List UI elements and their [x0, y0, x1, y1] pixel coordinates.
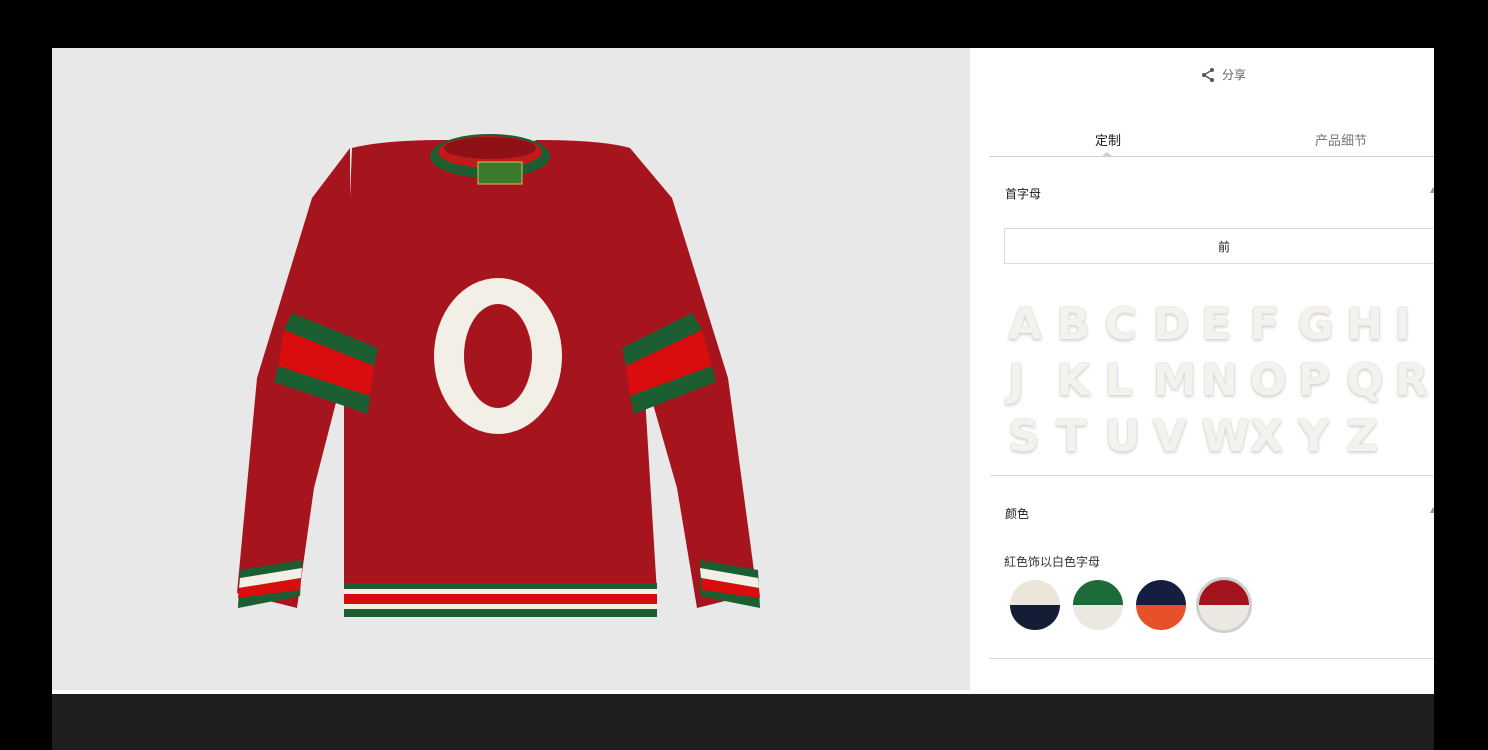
letter-option[interactable]: Z — [1346, 411, 1394, 462]
footer-bar — [52, 694, 1434, 750]
letter-option[interactable]: U — [1105, 411, 1153, 462]
section-divider — [990, 475, 1434, 476]
letter-option[interactable]: W — [1201, 411, 1250, 462]
swatch-bottom — [1010, 605, 1060, 630]
letter-option[interactable]: M — [1153, 355, 1201, 406]
letter-picker: A B C D E F G H I J K L M N O P Q R S T … — [1008, 296, 1434, 464]
letter-option[interactable]: O — [1249, 355, 1297, 406]
position-selector[interactable]: 前 — [1004, 228, 1434, 264]
letter-option[interactable]: K — [1056, 355, 1104, 406]
tab-product-details[interactable]: 产品细节 — [1315, 130, 1367, 149]
label-patch — [477, 161, 523, 185]
letter-option[interactable]: Q — [1346, 355, 1394, 406]
letter-option[interactable]: J — [1008, 355, 1056, 406]
customization-panel: 分享 定制 产品细节 首字母 ▲ 前 A B C D E F G H I J K… — [970, 48, 1434, 694]
swatch-top — [1136, 580, 1186, 605]
share-icon — [1202, 67, 1214, 82]
color-swatch[interactable] — [1010, 580, 1060, 630]
swatch-bottom — [1136, 605, 1186, 630]
letter-option[interactable]: Y — [1298, 411, 1346, 462]
letter-option[interactable]: X — [1249, 411, 1297, 462]
tab-customize[interactable]: 定制 — [1095, 130, 1121, 149]
letter-option[interactable]: C — [1105, 299, 1153, 350]
letter-option[interactable]: T — [1056, 411, 1104, 462]
share-label: 分享 — [1222, 68, 1247, 82]
section-divider — [990, 658, 1434, 659]
color-swatch-selected[interactable] — [1199, 580, 1249, 630]
color-swatch[interactable] — [1136, 580, 1186, 630]
letter-row: S T U V W X Y Z — [1008, 408, 1434, 464]
letter-option[interactable]: I — [1394, 299, 1434, 350]
letter-option[interactable]: B — [1056, 299, 1104, 350]
selected-color-label: 紅色饰以白色字母 — [1004, 555, 1101, 569]
letter-option[interactable]: L — [1105, 355, 1153, 406]
share-button[interactable]: 分享 — [1200, 66, 1246, 83]
letter-option[interactable]: R — [1394, 355, 1434, 406]
position-selected-value: 前 — [1217, 239, 1230, 254]
initials-section-title[interactable]: 首字母 — [1005, 185, 1041, 202]
swatch-top — [1199, 580, 1249, 605]
swatch-bottom — [1073, 605, 1123, 630]
sweater-illustration — [237, 134, 760, 617]
letter-option[interactable]: D — [1153, 299, 1201, 350]
letter-option[interactable]: F — [1249, 299, 1297, 350]
product-image — [52, 48, 970, 690]
active-tab-indicator — [1102, 152, 1112, 156]
tab-bar: 定制 产品细节 — [990, 126, 1434, 157]
letter-row: J K L M N O P Q R — [1008, 352, 1434, 408]
letter-option[interactable]: G — [1298, 299, 1346, 350]
letter-option[interactable]: P — [1298, 355, 1346, 406]
letter-option[interactable]: V — [1153, 411, 1201, 462]
color-section-title[interactable]: 颜色 — [1005, 505, 1029, 522]
product-page: 分享 定制 产品细节 首字母 ▲ 前 A B C D E F G H I J K… — [52, 48, 1434, 694]
swatch-top — [1010, 580, 1060, 605]
letter-option[interactable]: N — [1201, 355, 1249, 406]
letter-option[interactable]: E — [1201, 299, 1249, 350]
swatch-bottom — [1199, 605, 1249, 630]
letter-option[interactable]: A — [1008, 299, 1056, 350]
color-swatch[interactable] — [1073, 580, 1123, 630]
collapse-icon[interactable]: ▲ — [1428, 505, 1434, 516]
letter-option[interactable]: S — [1008, 411, 1056, 462]
letter-option[interactable]: H — [1346, 299, 1394, 350]
swatch-top — [1073, 580, 1123, 605]
letter-row: A B C D E F G H I — [1008, 296, 1434, 352]
collapse-icon[interactable]: ▲ — [1428, 185, 1434, 196]
